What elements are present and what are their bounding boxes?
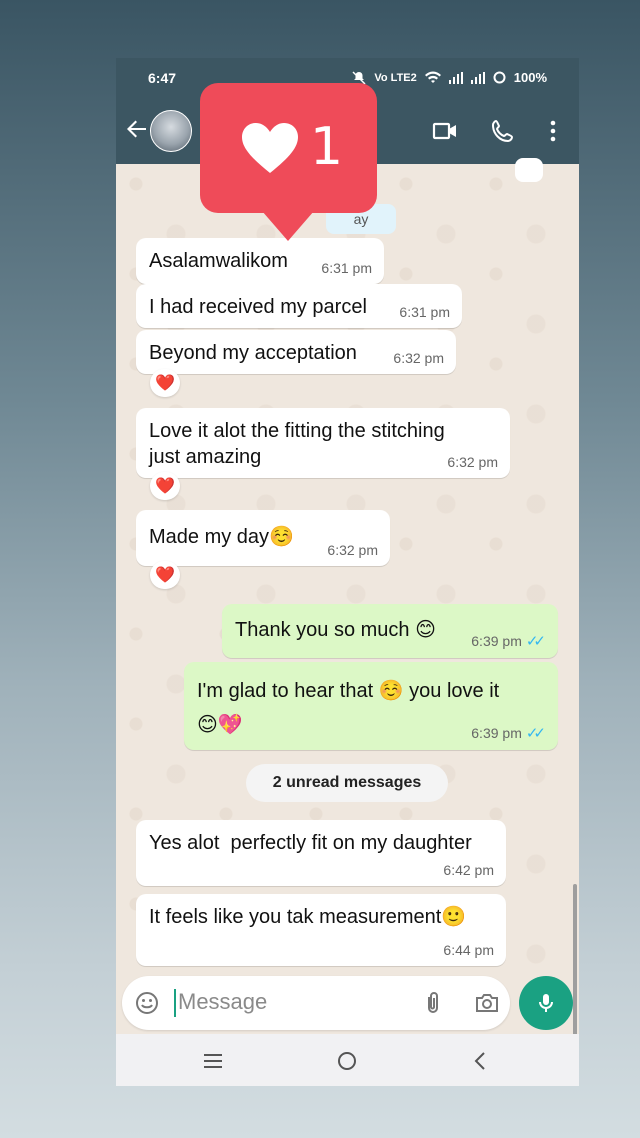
message-time: 6:44 pm [443,942,494,958]
message-text: It feels like you tak measurement🙂 [149,906,467,928]
message-text: Made my day☺️ [149,526,294,548]
message-bubble[interactable]: I'm glad to hear that ☺️ you love it 😊💖 … [184,662,558,750]
microphone-icon [539,994,553,1012]
network-label: Vo LTE2 [374,71,417,84]
message-bubble[interactable]: I had received my parcel 6:31 pm [136,284,462,328]
phone-icon[interactable] [490,118,516,144]
message-time: 6:42 pm [443,862,494,878]
message-composer[interactable]: Message [122,976,510,1030]
system-nav-bar [116,1034,579,1086]
signal-icon-2 [470,71,485,84]
battery-level: 100% [513,70,547,85]
signal-icon [448,71,463,84]
message-bubble[interactable]: Beyond my acceptation 6:32 pm [136,330,456,374]
text-caret [174,989,176,1017]
message-text: Thank you so much 😊 [235,619,436,641]
message-time: 6:31 pm [399,304,450,320]
like-notification-badge: 1 [200,83,377,241]
video-call-icon[interactable] [432,118,458,144]
message-time: 6:31 pm [321,260,372,276]
message-bubble[interactable]: Love it alot the fitting the stitching j… [136,408,510,478]
message-bubble[interactable]: Yes alot perfectly fit on my daughter 6:… [136,820,506,886]
more-vert-icon[interactable] [540,118,566,144]
message-bubble[interactable]: Thank you so much 😊 6:39 pm ✓✓ [222,604,558,658]
message-bubble[interactable]: Made my day☺️ 6:32 pm [136,510,390,566]
emoji-icon[interactable] [134,990,160,1016]
message-bubble[interactable]: It feels like you tak measurement🙂 6:44 … [136,894,506,966]
microphone-button[interactable] [519,976,573,1030]
wifi-icon [424,71,441,83]
camera-icon[interactable] [474,990,500,1016]
message-text: Asalamwalikom [149,250,288,272]
message-text: Love it alot the fitting the stitching j… [149,420,445,468]
heart-icon [242,123,298,173]
message-text: Beyond my acceptation [149,342,357,364]
reaction-heart[interactable]: ❤️ [150,561,180,589]
paperclip-icon[interactable] [420,990,446,1016]
reaction-heart[interactable]: ❤️ [150,472,180,500]
like-count: 1 [310,117,344,177]
message-bubble[interactable]: Asalamwalikom 6:31 pm [136,238,384,284]
arrow-left-icon[interactable] [124,116,150,142]
unread-divider: 2 unread messages [246,764,448,802]
chat-area[interactable]: ay Asalamwalikom 6:31 pm I had received … [116,158,579,1074]
avatar[interactable] [150,110,192,152]
read-ticks-icon: ✓✓ [525,725,546,742]
nav-back-icon[interactable] [468,1048,494,1074]
message-text: I had received my parcel [149,296,367,318]
message-time: 6:32 pm [447,454,498,470]
reaction-heart[interactable]: ❤️ [150,369,180,397]
message-input[interactable]: Message [178,989,267,1015]
message-text: I'm glad to hear that ☺️ you love it 😊💖 [197,680,500,736]
message-meta: 6:39 pm ✓✓ [471,633,546,650]
message-time: 6:32 pm [393,350,444,366]
recent-apps-icon[interactable] [200,1048,226,1074]
message-meta: 6:39 pm ✓✓ [471,725,546,742]
status-time: 6:47 [148,70,177,86]
message-time: 6:32 pm [327,542,378,558]
home-icon[interactable] [334,1048,360,1074]
battery-circle-icon [493,71,506,84]
status-icons: Vo LTE2 100% [352,70,547,85]
partial-emoji-reaction [515,158,543,182]
message-text: Yes alot perfectly fit on my daughter [149,832,472,854]
read-ticks-icon: ✓✓ [525,633,546,650]
